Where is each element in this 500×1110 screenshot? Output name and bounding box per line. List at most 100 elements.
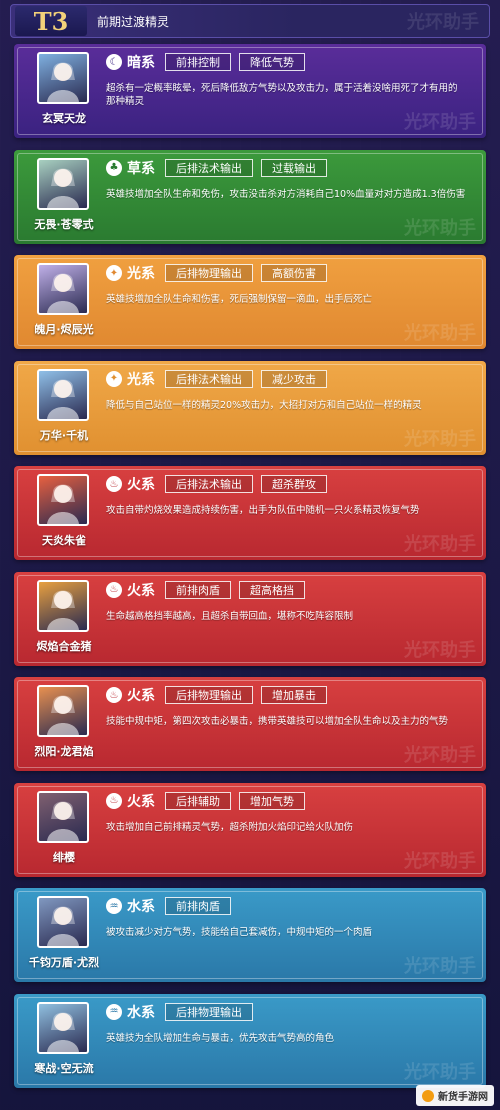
spirit-description: 生命越高格挡率越高，且超杀自带回血，堪称不吃阵容限制 bbox=[106, 610, 354, 622]
role-tag: 过载输出 bbox=[261, 158, 327, 177]
element-icon: ♒ bbox=[106, 1003, 122, 1020]
tag-row: ♨ 火系 后排法术输出 超杀群攻 bbox=[106, 474, 335, 494]
element-icon: ♨ bbox=[106, 792, 122, 809]
portrait-wrap: 烈阳·龙君焰 bbox=[22, 683, 106, 767]
tag-row: ✦ 光系 后排法术输出 减少攻击 bbox=[106, 369, 335, 389]
header-watermark: 光环助手 bbox=[407, 12, 479, 33]
role-tag: 减少攻击 bbox=[261, 369, 327, 388]
card-watermark: 光环助手 bbox=[404, 639, 476, 661]
tag-row: ♨ 火系 后排辅助 增加气势 bbox=[106, 791, 313, 811]
portrait-wrap: 寒战·空无流 bbox=[22, 1000, 106, 1084]
role-tag: 前排肉盾 bbox=[165, 580, 231, 599]
role-tag: 后排物理输出 bbox=[165, 686, 253, 704]
spirit-name: 玄冥天龙 bbox=[42, 112, 86, 125]
tag-row: ☾ 暗系 前排控制 降低气势 bbox=[106, 52, 313, 72]
element-label: 光系 bbox=[127, 371, 155, 388]
tag-row: ♨ 火系 前排肉盾 超高格挡 bbox=[106, 580, 313, 600]
spirit-name: 天炎朱雀 bbox=[42, 534, 86, 547]
spirit-description: 超杀有一定概率眩晕，死后降低敌方气势以及攻击力，属于活着没啥用死了才有用的那种精… bbox=[106, 83, 458, 107]
spirit-portrait-icon bbox=[47, 379, 79, 419]
spirit-portrait bbox=[37, 579, 89, 632]
element-label: 水系 bbox=[127, 1004, 155, 1021]
card-watermark: 光环助手 bbox=[404, 745, 476, 766]
spirit-description: 技能中规中矩，第四次攻击必暴击，携带英雄技可以增加全队生命以及主力的气势 bbox=[106, 716, 449, 727]
spirit-card: 绯樱 ♨ 火系 后排辅助 增加气势 攻击增加自己前排精灵气势，超杀附加火焰印记给火… bbox=[14, 782, 486, 877]
element-label: 火系 bbox=[127, 688, 155, 704]
spirit-portrait-icon bbox=[47, 695, 79, 735]
tag-row: ♣ 草系 后排法术输出 过载输出 bbox=[106, 158, 335, 178]
card-watermark: 光环助手 bbox=[404, 850, 476, 872]
spirit-name: 千钧万盾·尤烈 bbox=[28, 956, 100, 969]
tag-row: ♨ 火系 后排物理输出 增加暴击 bbox=[106, 685, 335, 705]
spirit-description: 攻击自带灼烧效果造成持续伤害，出手为队伍中随机一只火系精灵恢复气势 bbox=[106, 505, 420, 516]
spirit-portrait bbox=[37, 896, 89, 948]
role-tag: 后排法术输出 bbox=[165, 475, 253, 493]
tier-title: 前期过渡精灵 bbox=[97, 14, 170, 29]
element-icon: ♒ bbox=[106, 898, 122, 914]
role-tag: 后排法术输出 bbox=[165, 369, 253, 388]
spirit-name: 寒战·空无流 bbox=[34, 1061, 94, 1075]
spirit-name: 万华·千机 bbox=[39, 428, 89, 442]
role-tag: 增加暴击 bbox=[261, 686, 327, 704]
site-logo: 新货手游网 bbox=[416, 1085, 494, 1106]
spirit-card: 烈阳·龙君焰 ♨ 火系 后排物理输出 增加暴击 技能中规中矩，第四次攻击必暴击，携… bbox=[14, 677, 486, 771]
tag-row: ♒ 水系 后排物理输出 bbox=[106, 1002, 261, 1022]
role-tag: 后排法术输出 bbox=[165, 158, 253, 177]
role-tag: 后排物理输出 bbox=[165, 264, 253, 282]
element-icon: ♣ bbox=[106, 159, 122, 176]
portrait-wrap: 玄冥天龙 bbox=[22, 50, 106, 134]
element-icon: ♨ bbox=[106, 476, 122, 492]
element-icon: ✦ bbox=[106, 265, 122, 281]
role-tag: 降低气势 bbox=[239, 53, 305, 71]
role-tag: 后排辅助 bbox=[165, 791, 231, 810]
spirit-card: 万华·千机 ✦ 光系 后排法术输出 减少攻击 降低与自己站位一样的精灵20%攻击力… bbox=[14, 360, 486, 455]
spirit-portrait bbox=[37, 685, 89, 737]
site-logo-text: 新货手游网 bbox=[438, 1092, 488, 1103]
role-tag: 超杀群攻 bbox=[261, 475, 327, 493]
element-icon: ✦ bbox=[106, 370, 122, 387]
site-logo-icon bbox=[422, 1089, 434, 1102]
element-icon: ♨ bbox=[106, 687, 122, 703]
spirit-portrait bbox=[37, 263, 89, 315]
portrait-wrap: 绯樱 bbox=[22, 789, 106, 873]
spirit-description: 英雄技增加全队生命和伤害，死后强制保留一滴血，出手后死亡 bbox=[106, 294, 373, 305]
element-icon: ♨ bbox=[106, 581, 122, 598]
card-watermark: 光环助手 bbox=[404, 217, 476, 239]
spirit-portrait-icon bbox=[47, 590, 79, 630]
card-watermark: 光环助手 bbox=[404, 956, 476, 977]
role-tag: 后排物理输出 bbox=[165, 1002, 253, 1021]
spirit-portrait-icon bbox=[47, 168, 79, 208]
spirit-portrait-icon bbox=[47, 62, 79, 102]
tag-row: ✦ 光系 后排物理输出 高额伤害 bbox=[106, 263, 335, 283]
spirit-name: 烬焰合金猪 bbox=[36, 639, 92, 653]
card-watermark: 光环助手 bbox=[404, 323, 476, 344]
spirit-portrait-icon bbox=[47, 906, 79, 946]
spirit-card: 天炎朱雀 ♨ 火系 后排法术输出 超杀群攻 攻击自带灼烧效果造成持续伤害，出手为队… bbox=[14, 466, 486, 560]
card-watermark: 光环助手 bbox=[404, 428, 476, 450]
card-watermark: 光环助手 bbox=[404, 112, 476, 133]
spirit-name: 烈阳·龙君焰 bbox=[34, 745, 94, 758]
portrait-wrap: 千钧万盾·尤烈 bbox=[22, 894, 106, 978]
role-tag: 高额伤害 bbox=[261, 264, 327, 282]
element-label: 火系 bbox=[127, 477, 155, 493]
spirit-portrait bbox=[37, 474, 89, 526]
role-tag: 前排控制 bbox=[165, 53, 231, 71]
spirit-name: 无畏·苍零式 bbox=[34, 217, 94, 231]
portrait-wrap: 万华·千机 bbox=[22, 367, 106, 451]
spirit-card: 寒战·空无流 ♒ 水系 后排物理输出 英雄技为全队增加生命与暴击，优先攻击气势高… bbox=[14, 993, 486, 1088]
spirit-portrait bbox=[37, 790, 89, 843]
portrait-wrap: 烬焰合金猪 bbox=[22, 578, 106, 662]
role-tag: 增加气势 bbox=[239, 791, 305, 810]
spirit-card: 烬焰合金猪 ♨ 火系 前排肉盾 超高格挡 生命越高格挡率越高，且超杀自带回血，堪称… bbox=[14, 571, 486, 666]
element-label: 暗系 bbox=[127, 55, 155, 71]
spirit-description: 被攻击减少对方气势，技能给自己套减伤，中规中矩的一个肉盾 bbox=[106, 927, 373, 938]
card-watermark: 光环助手 bbox=[404, 534, 476, 555]
spirit-card: 魄月·烬辰光 ✦ 光系 后排物理输出 高额伤害 英雄技增加全队生命和伤害，死后强制… bbox=[14, 255, 486, 349]
element-label: 光系 bbox=[127, 266, 155, 282]
spirit-description: 降低与自己站位一样的精灵20%攻击力，大招打对方和自己站位一样的精灵 bbox=[106, 399, 422, 411]
element-label: 火系 bbox=[127, 582, 155, 599]
tier-badge: T3 bbox=[15, 6, 87, 36]
spirit-name: 绯樱 bbox=[53, 850, 75, 864]
portrait-wrap: 天炎朱雀 bbox=[22, 472, 106, 556]
element-label: 水系 bbox=[127, 899, 155, 915]
